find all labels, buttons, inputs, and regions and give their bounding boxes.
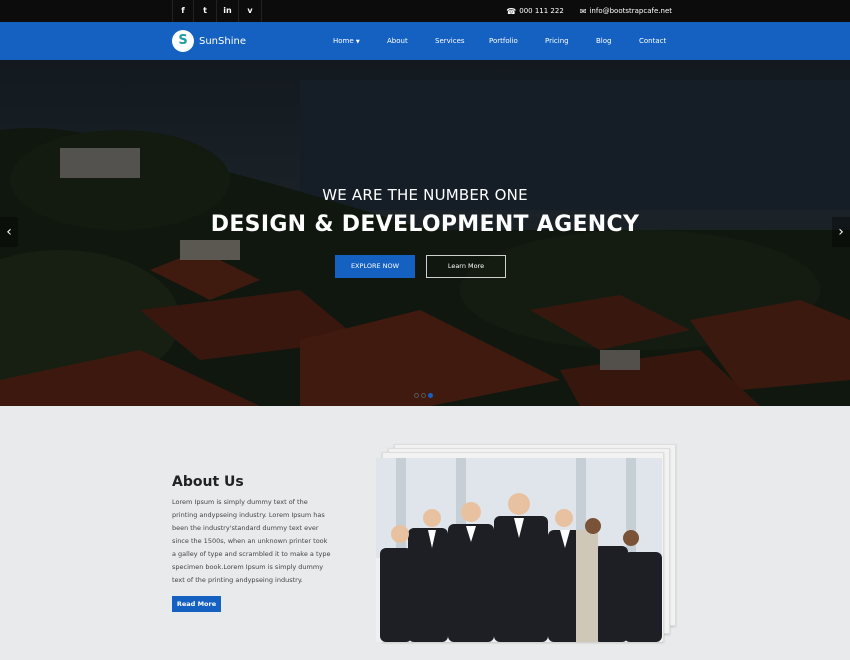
hero-title: DESIGN & DEVELOPMENT AGENCY (210, 212, 640, 237)
about-description: Lorem Ipsum is simply dummy text of the … (172, 498, 331, 584)
chevron-left-icon: ‹ (6, 224, 12, 240)
slider-indicators (414, 393, 435, 398)
top-bar: f t in v ☎ 000 111 222 ✉ info@bootstrapc… (0, 0, 850, 22)
slide-indicator-1[interactable] (414, 393, 419, 398)
nav-item-services[interactable]: Services (435, 37, 465, 45)
nav-item-contact[interactable]: Contact (639, 37, 666, 45)
logo-mark: S (172, 30, 194, 52)
slider-next-button[interactable]: › (832, 217, 850, 247)
about-title: About Us (172, 474, 244, 490)
slide-indicator-3[interactable] (428, 393, 433, 398)
nav-item-portfolio[interactable]: Portfolio (489, 37, 518, 45)
phone-number: 000 111 222 (519, 7, 564, 15)
chevron-right-icon: › (838, 224, 844, 240)
nav-item-blog[interactable]: Blog (596, 37, 611, 45)
email-address[interactable]: info@bootstrapcafe.net (589, 7, 672, 15)
facebook-icon[interactable]: f (172, 0, 194, 22)
email-contact[interactable]: ✉ info@bootstrapcafe.net (580, 7, 672, 16)
hero-slider: WE ARE THE NUMBER ONE DESIGN & DEVELOPME… (0, 60, 850, 406)
about-image-stack (376, 444, 678, 642)
nav-item-home[interactable]: Home ▼ (333, 37, 360, 45)
phone-contact: ☎ 000 111 222 (506, 7, 564, 16)
explore-now-button[interactable]: EXPLORE NOW (335, 255, 415, 278)
twitter-icon[interactable]: t (195, 0, 217, 22)
team-photo (376, 458, 662, 642)
brand-name: SunShine (199, 35, 246, 47)
hero-subtitle: WE ARE THE NUMBER ONE (322, 186, 528, 204)
envelope-icon: ✉ (579, 6, 587, 16)
nav-home-label: Home (333, 37, 354, 45)
slide-indicator-2[interactable] (421, 393, 426, 398)
brand-logo[interactable]: S SunShine (172, 30, 246, 52)
read-more-button[interactable]: Read More (172, 596, 221, 612)
vimeo-icon[interactable]: v (240, 0, 262, 22)
learn-more-button[interactable]: Learn More (426, 255, 506, 278)
phone-icon: ☎ (506, 6, 517, 16)
nav-item-pricing[interactable]: Pricing (545, 37, 569, 45)
slider-prev-button[interactable]: ‹ (0, 217, 18, 247)
nav-item-about[interactable]: About (387, 37, 408, 45)
linkedin-icon[interactable]: in (217, 0, 239, 22)
contact-info: ☎ 000 111 222 ✉ info@bootstrapcafe.net (490, 0, 672, 22)
main-navbar: S SunShine Home ▼ About Services Portfol… (0, 22, 850, 60)
social-links: f t in v (172, 0, 262, 22)
caret-down-icon: ▼ (355, 39, 360, 45)
